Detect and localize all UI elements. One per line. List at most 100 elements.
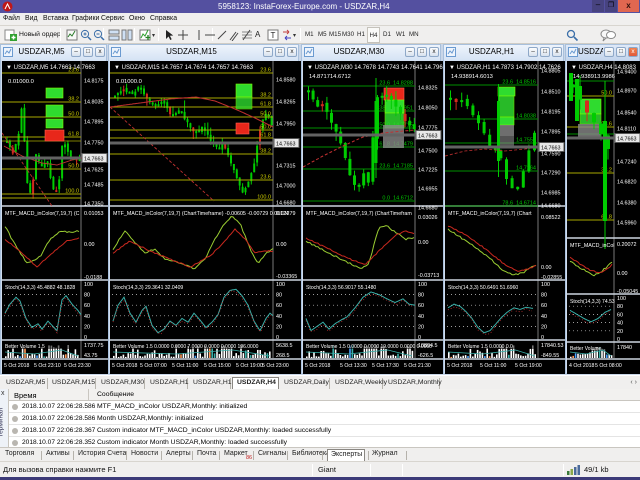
svg-text:14.7485: 14.7485	[84, 183, 104, 189]
svg-text:14.8325: 14.8325	[418, 86, 438, 92]
svg-text:14.7950: 14.7950	[276, 122, 296, 128]
svg-text:14.7625: 14.7625	[84, 168, 104, 174]
svg-text:4 Oct 2018: 4 Oct 2018	[569, 363, 594, 369]
svg-text:0.20072: 0.20072	[617, 242, 637, 248]
svg-text:50.0: 50.0	[601, 91, 612, 97]
svg-text:5 Oct 23:00: 5 Oct 23:00	[262, 363, 289, 369]
svg-text:100: 100	[617, 296, 626, 302]
svg-text:14.871714.6712: 14.871714.6712	[309, 74, 351, 80]
svg-text:0.01000.0: 0.01000.0	[116, 79, 142, 85]
svg-text:Stoch(14,3,3) 50.6491 51.6960: Stoch(14,3,3) 50.6491 51.6960	[448, 285, 518, 291]
svg-text:MTF_MACD_inCol: MTF_MACD_inCol	[570, 243, 614, 249]
svg-text:78.6 14.6714: 78.6 14.6714	[502, 201, 536, 207]
svg-text:14.7895: 14.7895	[541, 130, 561, 136]
svg-text:0.00: 0.00	[541, 265, 552, 271]
svg-text:14.7240: 14.7240	[617, 160, 637, 166]
svg-text:Stoch(14,3,3) 45.4882 48.1828: Stoch(14,3,3) 45.4882 48.1828	[5, 285, 75, 291]
svg-text:14.8038: 14.8038	[516, 114, 536, 120]
svg-text:1737.75: 1737.75	[84, 343, 104, 349]
svg-text:Better Volume 1.5 0.0000 0.000: Better Volume 1.5 0.0000 0.0000 7.0000 0…	[113, 344, 259, 350]
svg-text:14.5960: 14.5960	[617, 221, 637, 227]
svg-text:14.7500: 14.7500	[418, 149, 438, 155]
svg-text:MTF_MACD_inColor(7,19,7) (Char: MTF_MACD_inColor(7,19,7) (ChartTimefram	[306, 211, 412, 217]
svg-text:80: 80	[84, 293, 90, 299]
svg-text:-0.02855: -0.02855	[541, 275, 562, 281]
svg-text:-626.5: -626.5	[418, 353, 433, 359]
svg-text:100: 100	[84, 282, 93, 288]
svg-text:14.8540: 14.8540	[617, 111, 637, 117]
svg-text:38.2: 38.2	[260, 149, 271, 155]
svg-text:-0.03365: -0.03365	[276, 274, 297, 280]
svg-text:100: 100	[276, 282, 285, 288]
svg-text:60: 60	[541, 303, 547, 309]
svg-text:14.8580: 14.8580	[276, 78, 296, 84]
svg-text:Better Volume 1.5 0.0000 0.000: Better Volume 1.5 0.0000 0.0000 19.0000 …	[306, 344, 432, 350]
svg-text:5638.5: 5638.5	[276, 343, 293, 349]
svg-text:40: 40	[617, 321, 623, 327]
svg-text:50.0: 50.0	[260, 112, 271, 118]
svg-text:0: 0	[276, 335, 279, 341]
svg-text:▼ USDZAR,M15 14.7657 14.7674 1: ▼ USDZAR,M15 14.7657 14.7674 14.7657 14.…	[114, 65, 254, 71]
svg-text:0.08522: 0.08522	[541, 215, 561, 221]
svg-text:5 Oct 11:00: 5 Oct 11:00	[172, 363, 199, 369]
svg-text:268.5: 268.5	[276, 353, 290, 359]
svg-text:MTF_MACD_inColor(7,19,7) (C: MTF_MACD_inColor(7,19,7) (C	[5, 211, 80, 217]
svg-text:61.8: 61.8	[260, 133, 271, 139]
svg-text:Better Volume 1.5 0.0000 0.0: Better Volume 1.5 0.0000 0.0	[448, 344, 513, 350]
svg-text:14.6680: 14.6680	[276, 201, 296, 207]
svg-text:14.8195: 14.8195	[541, 110, 561, 116]
svg-text:14.8265: 14.8265	[276, 100, 296, 106]
svg-text:61.8: 61.8	[68, 132, 79, 138]
svg-text:0.00: 0.00	[84, 242, 95, 248]
svg-text:0.01053: 0.01053	[84, 211, 104, 217]
svg-text:5 Oct 23:10: 5 Oct 23:10	[34, 363, 61, 369]
svg-text:0.00: 0.00	[276, 242, 287, 248]
svg-text:-0.03713: -0.03713	[418, 273, 439, 279]
svg-text:5 Oct 2018: 5 Oct 2018	[4, 363, 29, 369]
svg-text:80: 80	[418, 293, 424, 299]
svg-text:5 Oct 07:00: 5 Oct 07:00	[140, 363, 167, 369]
svg-text:Stoch(14,3,3) 29.3641 32.0409: Stoch(14,3,3) 29.3641 32.0409	[113, 285, 183, 291]
svg-text:5 Oct 15:00: 5 Oct 15:00	[204, 363, 231, 369]
svg-text:14.7315: 14.7315	[276, 164, 296, 170]
svg-text:40: 40	[276, 314, 282, 320]
svg-text:50.0: 50.0	[68, 112, 79, 118]
svg-text:MTF_MACD_inColor(7,19,7) (Char: MTF_MACD_inColor(7,19,7) (ChartTimeframe…	[113, 211, 289, 217]
svg-text:14.938913.9986: 14.938913.9986	[573, 74, 615, 80]
svg-text:14.7590: 14.7590	[541, 152, 561, 158]
svg-text:100: 100	[418, 282, 427, 288]
svg-text:14.6680: 14.6680	[418, 206, 438, 212]
svg-text:5 Oct 2018: 5 Oct 2018	[305, 363, 330, 369]
svg-text:5 Oct 21:30: 5 Oct 21:30	[404, 363, 431, 369]
svg-text:14.7663: 14.7663	[276, 142, 296, 148]
svg-text:5 Oct 2018: 5 Oct 2018	[447, 363, 472, 369]
svg-text:0: 0	[84, 335, 87, 341]
svg-text:80: 80	[541, 293, 547, 299]
svg-text:14.7000: 14.7000	[276, 184, 296, 190]
svg-text:14.6680: 14.6680	[541, 204, 561, 210]
svg-text:40: 40	[84, 314, 90, 320]
svg-text:▼ USDZAR,M5 14.7663 14.7663: ▼ USDZAR,M5 14.7663 14.7663	[6, 65, 96, 71]
svg-text:43.75: 43.75	[84, 353, 98, 359]
svg-text:14.7264: 14.7264	[516, 166, 536, 172]
svg-text:0: 0	[541, 335, 544, 341]
svg-text:0.01000.0: 0.01000.0	[8, 79, 34, 85]
svg-text:60: 60	[276, 303, 282, 309]
svg-text:MTF_MACD_inColor(7,19,7) (Char: MTF_MACD_inColor(7,19,7) (Chart	[448, 211, 532, 217]
svg-text:100.0: 100.0	[257, 195, 271, 201]
svg-text:-849.55: -849.55	[541, 353, 559, 359]
svg-text:14.7663: 14.7663	[418, 134, 438, 140]
svg-text:14.8050: 14.8050	[418, 106, 438, 112]
svg-text:14.6955: 14.6955	[418, 187, 438, 193]
svg-text:60: 60	[84, 303, 90, 309]
svg-text:60: 60	[617, 312, 623, 318]
svg-text:5 Oct 17:30: 5 Oct 17:30	[372, 363, 399, 369]
svg-text:100: 100	[541, 282, 550, 288]
svg-text:0.00: 0.00	[617, 271, 628, 277]
svg-text:▼ USDZAR,H1 14.7873 14.7902 14: ▼ USDZAR,H1 14.7873 14.7902 14.7626	[449, 65, 561, 71]
svg-text:60: 60	[418, 303, 424, 309]
svg-text:14.6985: 14.6985	[541, 191, 561, 197]
svg-text:14.6820: 14.6820	[617, 180, 637, 186]
svg-text:14.6380: 14.6380	[617, 201, 637, 207]
svg-text:5 Oct 08:00: 5 Oct 08:00	[595, 363, 622, 369]
